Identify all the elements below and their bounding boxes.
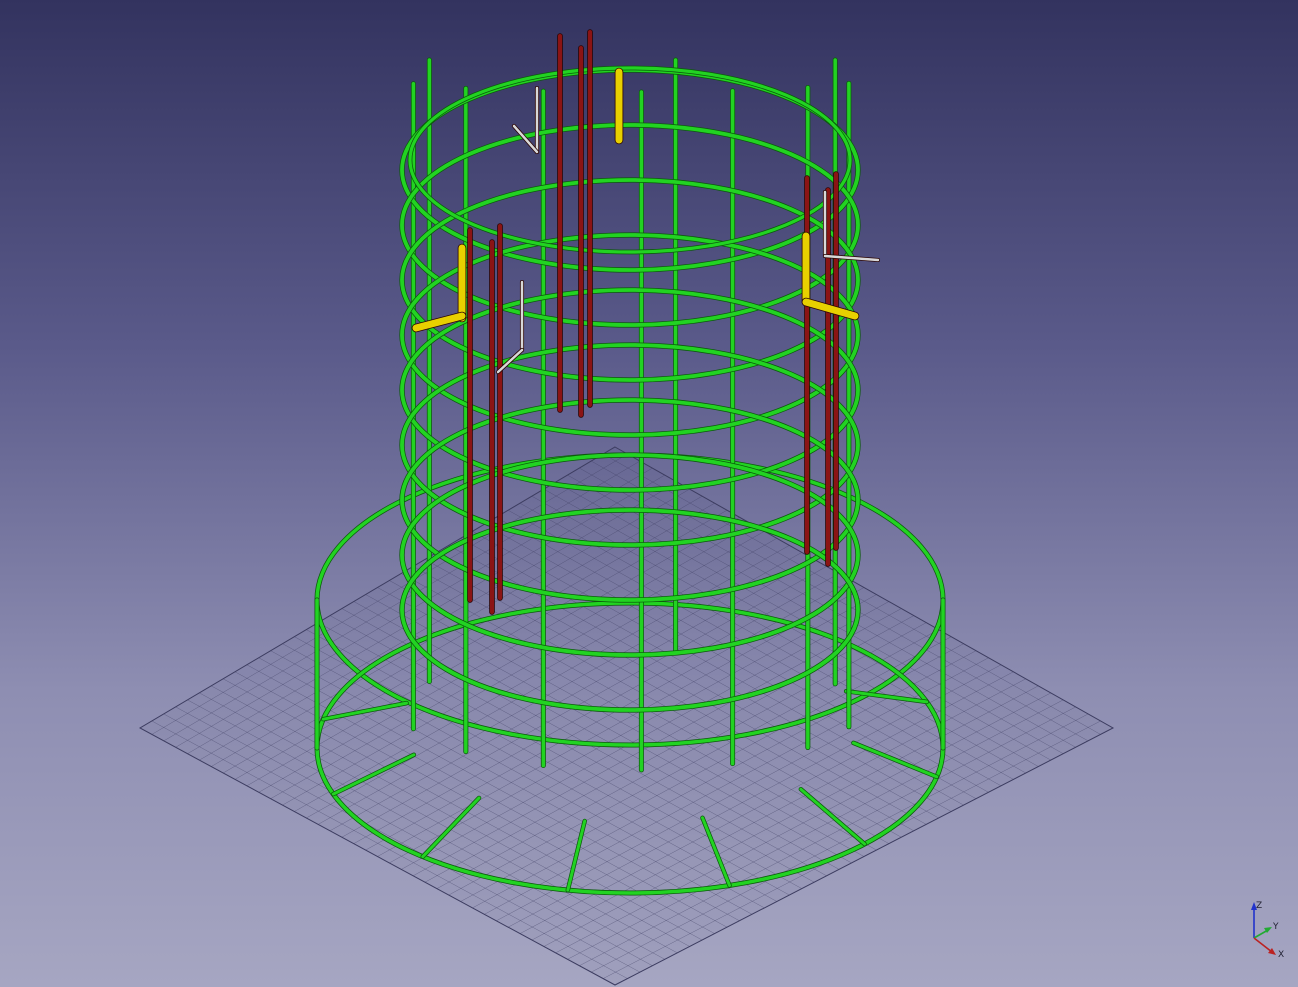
x-axis-label: X [1278, 950, 1284, 960]
y-axis-line [1253, 929, 1269, 939]
rebar-cage-model[interactable] [0, 0, 1298, 987]
axis-cross-icon: Z Y X [1251, 901, 1284, 960]
x-axis-line [1253, 937, 1273, 953]
z-axis-label: Z [1256, 901, 1262, 911]
grid-outline [138, 446, 1115, 986]
shaft-top-ring[interactable] [407, 65, 853, 255]
3d-viewport[interactable]: Z Y X [0, 0, 1298, 987]
y-axis-label: Y [1272, 922, 1279, 932]
ground-grid [138, 446, 1115, 986]
